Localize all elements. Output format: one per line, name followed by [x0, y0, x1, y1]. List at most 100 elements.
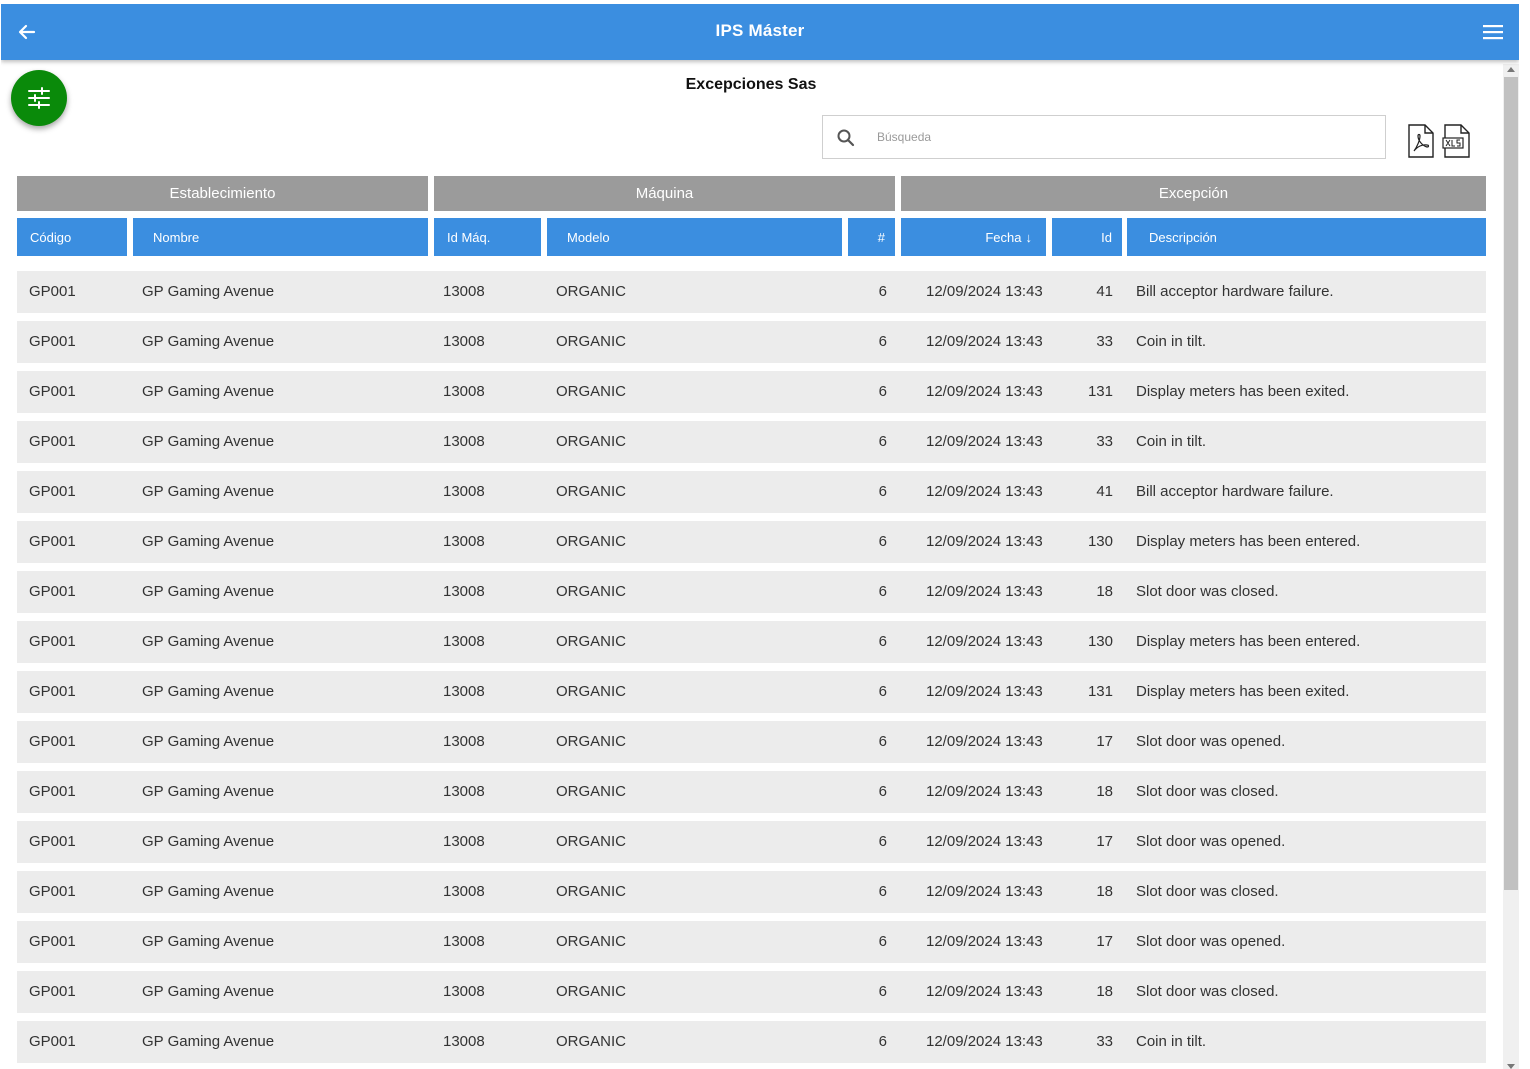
cell-nombre: GP Gaming Avenue — [142, 883, 275, 900]
cell-nombre: GP Gaming Avenue — [142, 333, 275, 350]
column-header-id-maq[interactable]: Id Máq. — [434, 218, 541, 256]
cell-codigo: GP001 — [29, 783, 76, 800]
table-row[interactable]: GP001 GP Gaming Avenue 13008 ORGANIC 6 12/09/… — [17, 621, 1486, 663]
table-row[interactable]: GP001 GP Gaming Avenue 13008 ORGANIC 6 12/09/… — [17, 771, 1486, 813]
column-label: Modelo — [567, 229, 610, 245]
cell-codigo: GP001 — [29, 883, 76, 900]
cell-codigo: GP001 — [29, 333, 76, 350]
table-row[interactable]: GP001 GP Gaming Avenue 13008 ORGANIC 6 12/09/… — [17, 921, 1486, 963]
column-header-codigo[interactable]: Código — [17, 218, 127, 256]
cell-modelo: ORGANIC — [556, 683, 627, 700]
column-header-id[interactable]: Id — [1052, 218, 1122, 256]
cell-nombre: GP Gaming Avenue — [142, 533, 275, 550]
hamburger-menu-icon[interactable] — [1481, 20, 1505, 44]
cell-number: 6 — [878, 883, 887, 900]
cell-nombre: GP Gaming Avenue — [142, 583, 275, 600]
cell-descripcion: Slot door was closed. — [1136, 783, 1279, 800]
table-row[interactable]: GP001 GP Gaming Avenue 13008 ORGANIC 6 12/09/… — [17, 521, 1486, 563]
search-input[interactable] — [877, 126, 1367, 148]
cell-codigo: GP001 — [29, 433, 76, 450]
cell-modelo: ORGANIC — [556, 783, 627, 800]
column-label: Id — [1101, 229, 1112, 245]
cell-modelo: ORGANIC — [556, 883, 627, 900]
column-header-nombre[interactable]: Nombre — [133, 218, 428, 256]
cell-id-maq: 13008 — [443, 783, 485, 800]
cell-descripcion: Coin in tilt. — [1136, 433, 1207, 450]
table-row[interactable]: GP001 GP Gaming Avenue 13008 ORGANIC 6 12/09/… — [17, 271, 1486, 313]
table-row[interactable]: GP001 GP Gaming Avenue 13008 ORGANIC 6 12/09/… — [17, 971, 1486, 1013]
cell-id: 17 — [1096, 933, 1113, 950]
cell-descripcion: Display meters has been entered. — [1136, 633, 1361, 650]
cell-modelo: ORGANIC — [556, 633, 627, 650]
column-header-number[interactable]: # — [848, 218, 895, 256]
cell-fecha: 12/09/2024 13:43 — [926, 933, 1043, 950]
cell-id-maq: 13008 — [443, 683, 485, 700]
cell-modelo: ORGANIC — [556, 733, 627, 750]
cell-fecha: 12/09/2024 13:43 — [926, 633, 1043, 650]
page-title: Excepciones Sas — [685, 76, 817, 93]
table-row[interactable]: GP001 GP Gaming Avenue 13008 ORGANIC 6 12/09/… — [17, 1021, 1486, 1063]
column-label: Código — [30, 229, 72, 245]
cell-fecha: 12/09/2024 13:43 — [926, 683, 1043, 700]
cell-fecha: 12/09/2024 13:43 — [926, 533, 1043, 550]
search-icon — [837, 129, 855, 147]
cell-nombre: GP Gaming Avenue — [142, 433, 275, 450]
cell-modelo: ORGANIC — [556, 983, 627, 1000]
cell-nombre: GP Gaming Avenue — [142, 283, 275, 300]
table-row[interactable]: GP001 GP Gaming Avenue 13008 ORGANIC 6 12/09/… — [17, 871, 1486, 913]
table-row[interactable]: GP001 GP Gaming Avenue 13008 ORGANIC 6 12/09/… — [17, 371, 1486, 413]
cell-id: 17 — [1096, 733, 1113, 750]
cell-fecha: 12/09/2024 13:43 — [926, 983, 1043, 1000]
cell-id-maq: 13008 — [443, 483, 485, 500]
cell-nombre: GP Gaming Avenue — [142, 683, 275, 700]
table-row[interactable]: GP001 GP Gaming Avenue 13008 ORGANIC 6 12/09/… — [17, 721, 1486, 763]
cell-id: 131 — [1087, 383, 1113, 400]
cell-id-maq: 13008 — [443, 383, 485, 400]
cell-id-maq: 13008 — [443, 933, 485, 950]
cell-id: 41 — [1096, 483, 1113, 500]
table-row[interactable]: GP001 GP Gaming Avenue 13008 ORGANIC 6 12/09/… — [17, 471, 1486, 513]
cell-fecha: 12/09/2024 13:43 — [926, 383, 1043, 400]
cell-descripcion: Display meters has been exited. — [1136, 683, 1350, 700]
pdf-export-button[interactable] — [1406, 124, 1436, 158]
app-window: IPS Máster Excepciones Sas Búsqueda Esta… — [1, 4, 1519, 1069]
column-header-fecha[interactable]: Fecha ↓ — [901, 218, 1046, 256]
cell-descripcion: Slot door was closed. — [1136, 983, 1279, 1000]
xls-export-button[interactable] — [1442, 124, 1472, 158]
cell-fecha: 12/09/2024 13:43 — [926, 433, 1043, 450]
cell-nombre: GP Gaming Avenue — [142, 983, 275, 1000]
cell-number: 6 — [878, 633, 887, 650]
table-row[interactable]: GP001 GP Gaming Avenue 13008 ORGANIC 6 12/09/… — [17, 421, 1486, 463]
column-header-modelo[interactable]: Modelo — [547, 218, 842, 256]
table-row[interactable]: GP001 GP Gaming Avenue 13008 ORGANIC 6 12/09/… — [17, 571, 1486, 613]
cell-codigo: GP001 — [29, 533, 76, 550]
cell-id: 33 — [1096, 1033, 1113, 1050]
cell-number: 6 — [878, 683, 887, 700]
filter-button[interactable] — [11, 70, 67, 126]
cell-id-maq: 13008 — [443, 883, 485, 900]
table-row[interactable]: GP001 GP Gaming Avenue 13008 ORGANIC 6 12/09/… — [17, 671, 1486, 713]
cell-fecha: 12/09/2024 13:43 — [926, 283, 1043, 300]
scroll-down-icon[interactable] — [1507, 1064, 1515, 1069]
cell-number: 6 — [878, 833, 887, 850]
cell-id: 18 — [1096, 983, 1113, 1000]
vertical-scrollbar[interactable] — [1503, 64, 1519, 1069]
cell-fecha: 12/09/2024 13:43 — [926, 883, 1043, 900]
cell-id: 33 — [1096, 433, 1113, 450]
column-label: Id Máq. — [447, 229, 491, 245]
cell-fecha: 12/09/2024 13:43 — [926, 583, 1043, 600]
cell-id-maq: 13008 — [443, 983, 485, 1000]
table-row[interactable]: GP001 GP Gaming Avenue 13008 ORGANIC 6 12/09/… — [17, 821, 1486, 863]
cell-codigo: GP001 — [29, 633, 76, 650]
table-row[interactable]: GP001 GP Gaming Avenue 13008 ORGANIC 6 12/09/… — [17, 321, 1486, 363]
cell-id: 41 — [1096, 283, 1113, 300]
cell-id: 18 — [1096, 783, 1113, 800]
scroll-up-icon[interactable] — [1507, 67, 1515, 72]
cell-modelo: ORGANIC — [556, 933, 627, 950]
cell-modelo: ORGANIC — [556, 333, 627, 350]
cell-descripcion: Coin in tilt. — [1136, 1033, 1207, 1050]
cell-nombre: GP Gaming Avenue — [142, 483, 275, 500]
cell-codigo: GP001 — [29, 733, 76, 750]
scrollbar-thumb[interactable] — [1504, 77, 1518, 890]
column-header-descripcion[interactable]: Descripción — [1127, 218, 1486, 256]
